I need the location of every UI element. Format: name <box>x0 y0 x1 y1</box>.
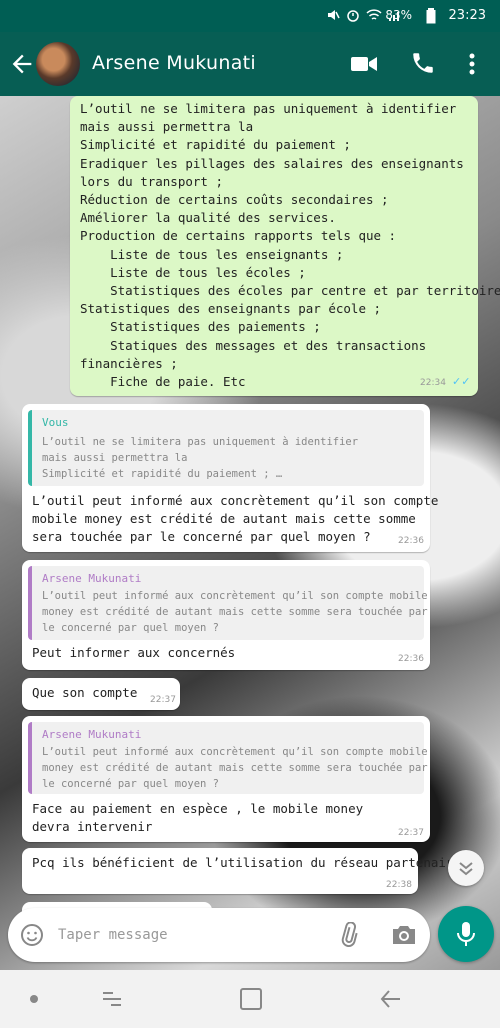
message-line: Que son compte <box>32 685 138 700</box>
contact-name[interactable]: Arsene Mukunati <box>92 52 256 74</box>
message-time: 22:38 <box>386 880 412 890</box>
quote-line: le concerné par quel moyen ? <box>42 778 220 790</box>
back-icon[interactable] <box>378 987 402 1011</box>
message-line: Eradiquer les pillages des salaires des … <box>80 155 464 171</box>
mic-button[interactable] <box>438 906 494 962</box>
phone-icon[interactable] <box>410 50 436 76</box>
quoted-message[interactable]: Vous L’outil ne se limitera pas uniqueme… <box>28 410 424 486</box>
battery-percent: 83% <box>385 8 412 22</box>
message-line: mais aussi permettra la <box>80 119 254 135</box>
composer <box>8 908 430 962</box>
incoming-message[interactable]: Vous L’outil ne se limitera pas uniqueme… <box>22 404 438 552</box>
scroll-to-bottom-button[interactable] <box>448 850 484 886</box>
chat-header: Arsene Mukunati <box>0 32 500 96</box>
message-line: Statistiques des enseignants par école ; <box>80 301 382 317</box>
quote-line: L’outil peut informé aux concrètement qu… <box>42 746 428 758</box>
message-line: Réduction de certains coûts secondaires … <box>80 192 389 208</box>
incoming-message[interactable]: Arsene Mukunati L’outil peut informé aux… <box>22 560 430 670</box>
recents-icon[interactable] <box>100 988 124 1010</box>
avatar[interactable] <box>36 42 80 86</box>
message-time: 22:36 <box>398 536 424 546</box>
status-bar: 83% 23:23 <box>0 0 500 32</box>
message-time: 22:34 <box>420 378 446 388</box>
quote-line: L’outil peut informé aux concrètement qu… <box>42 590 428 602</box>
message-text: Peut informer aux concernés <box>32 644 235 662</box>
message-time: 22:36 <box>398 654 424 664</box>
message-line: Pcq ils bénéficient de l’utilisation du … <box>32 855 461 870</box>
message-line: Production de certains rapports tels que… <box>80 228 397 244</box>
message-line: L’outil ne se limitera pas uniquement à … <box>80 101 457 116</box>
message-input[interactable] <box>58 920 308 950</box>
quote-line: money est crédité de autant mais cette s… <box>42 762 428 774</box>
message-text: L’outil ne se limitera pas uniquement à … <box>80 100 500 391</box>
battery-icon <box>426 8 436 24</box>
message-line: Simplicité et rapidité du paiement ; <box>80 137 351 153</box>
message-line: sera touchée par le concerné par quel mo… <box>32 529 371 545</box>
video-call-icon[interactable] <box>350 54 378 74</box>
message-line: lors du transport ; <box>80 173 223 189</box>
quoted-message[interactable]: Arsene Mukunati L’outil peut informé aux… <box>28 566 428 640</box>
message-line: Liste de tous les écoles ; <box>80 264 306 280</box>
message-line: devra intervenir <box>32 819 153 835</box>
read-receipt-icon: ✓✓ <box>452 375 471 388</box>
quote-line: Simplicité et rapidité du paiement ; … <box>42 468 283 480</box>
quote-line: mais aussi permettra la <box>42 452 188 464</box>
message-time: 22:37 <box>150 695 176 705</box>
incoming-message[interactable]: Que son compte 22:37 <box>22 678 180 710</box>
quoted-message[interactable]: Arsene Mukunati L’outil peut informé aux… <box>28 722 428 794</box>
message-time: 22:37 <box>398 828 424 838</box>
quote-author: Vous <box>42 416 69 429</box>
alarm-icon <box>347 10 359 22</box>
message-line: financières ; <box>80 355 178 371</box>
emoji-icon[interactable] <box>20 923 44 947</box>
incoming-message[interactable]: Pcq ils bénéficient de l’utilisation du … <box>22 848 461 894</box>
wifi-icon <box>366 9 382 20</box>
system-nav-bar <box>0 970 500 1028</box>
message-text: Que son compte <box>32 684 137 702</box>
mute-icon <box>328 10 340 20</box>
quote-author: Arsene Mukunati <box>42 728 142 741</box>
incoming-message[interactable]: Arsene Mukunati L’outil peut informé aux… <box>22 716 430 842</box>
message-line: Améliorer la qualité des services. <box>80 210 336 226</box>
quote-author: Arsene Mukunati <box>42 572 142 585</box>
message-line: Peut informer aux concernés <box>32 645 236 660</box>
message-line: Statiques des messages et des transactio… <box>80 337 427 353</box>
message-line: Face au paiement en espèce , le mobile m… <box>32 801 364 816</box>
message-text: L’outil peut informé aux concrètement qu… <box>32 492 438 547</box>
quote-line: le concerné par quel moyen ? <box>42 622 220 634</box>
message-line: Statistiques des écoles par centre et pa… <box>80 283 500 299</box>
camera-icon[interactable] <box>390 922 418 948</box>
message-text: Pcq ils bénéficient de l’utilisation du … <box>32 854 461 872</box>
mic-icon <box>457 922 475 946</box>
outgoing-message[interactable]: L’outil ne se limitera pas uniquement à … <box>70 96 500 396</box>
chat-area[interactable]: L’outil ne se limitera pas uniquement à … <box>0 96 500 970</box>
quote-line: money est crédité de autant mais cette s… <box>42 606 428 618</box>
home-icon[interactable] <box>240 988 262 1010</box>
attach-icon[interactable] <box>336 922 362 948</box>
message-line: Statistiques des paiements ; <box>80 319 321 335</box>
message-line: L’outil peut informé aux concrètement qu… <box>32 493 439 508</box>
nav-dot-icon[interactable] <box>30 995 38 1003</box>
back-arrow-icon[interactable] <box>8 50 36 78</box>
message-line: mobile money est crédité de autant mais … <box>32 511 416 527</box>
message-line: Liste de tous les enseignants ; <box>80 246 344 262</box>
quote-line: L’outil ne se limitera pas uniquement à … <box>42 436 359 448</box>
more-vert-icon[interactable] <box>462 50 482 78</box>
double-chevron-down-icon <box>459 862 473 876</box>
status-time: 23:23 <box>448 8 486 23</box>
message-text: Face au paiement en espèce , le mobile m… <box>32 800 363 836</box>
